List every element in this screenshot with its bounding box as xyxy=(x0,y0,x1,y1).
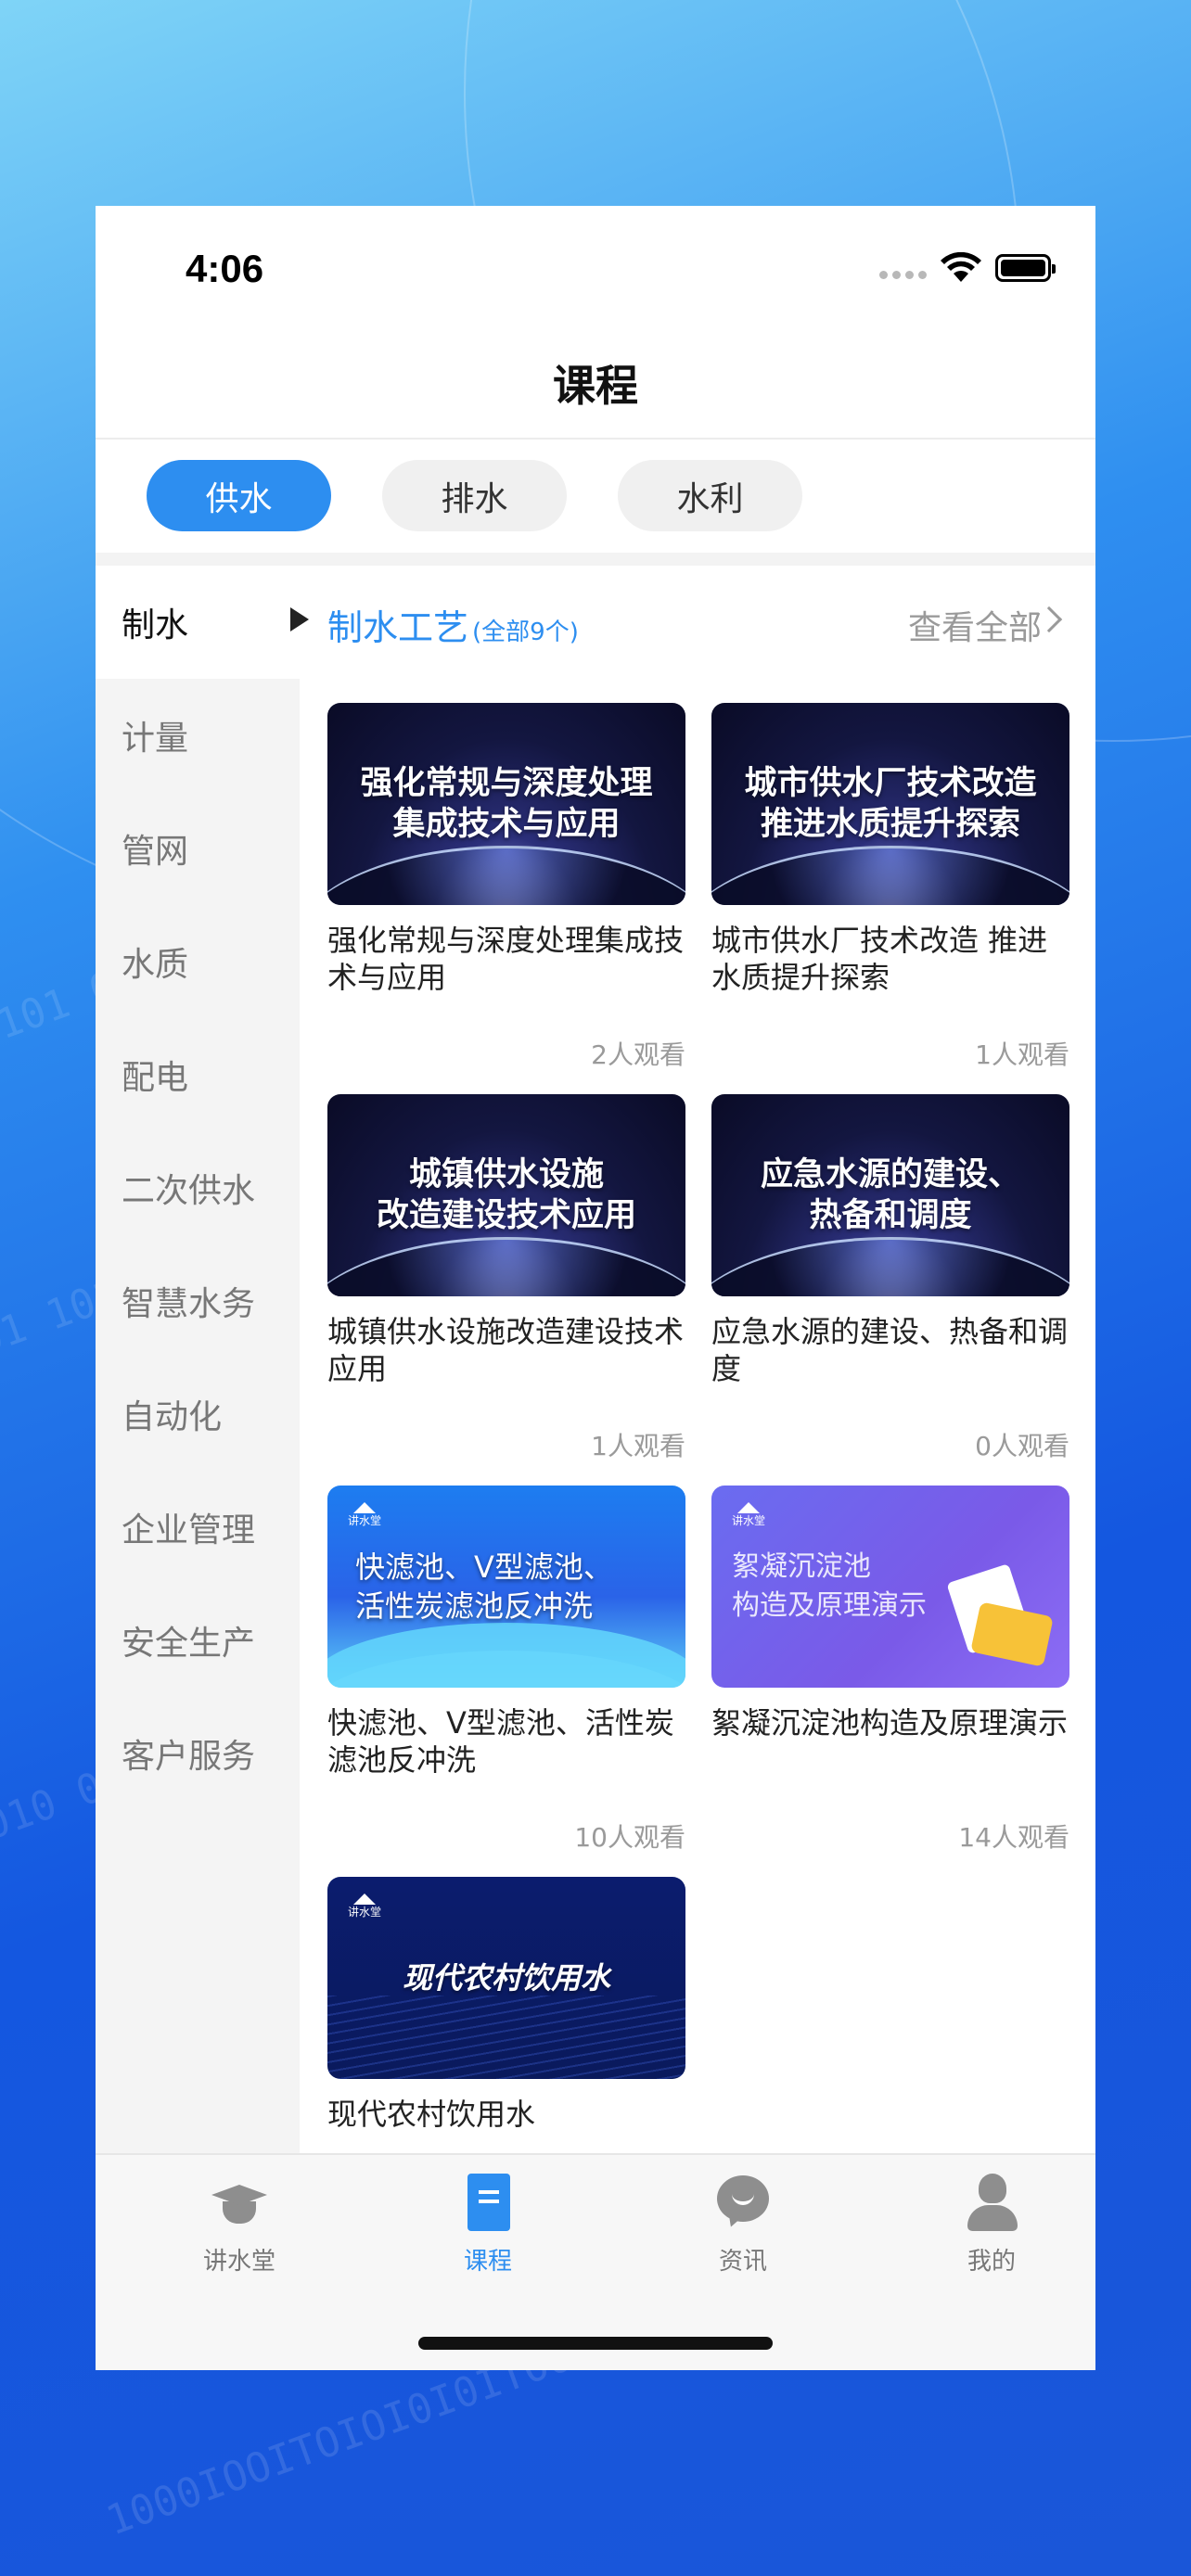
sidebar-item-water-production[interactable]: 制水 xyxy=(96,566,300,679)
status-time: 4:06 xyxy=(186,247,264,290)
phone-screen: 4:06 课程 供水 排水 水利 制水 计量 管网 水质 配电 二次供水 智慧水… xyxy=(96,206,1095,2370)
thumbnail-text: 快滤池、V型滤池、 活性炭滤池反冲洗 xyxy=(355,1549,613,1624)
book-icon xyxy=(458,2174,518,2233)
header-divider xyxy=(96,438,1095,440)
section-title-text: 制水工艺 xyxy=(327,607,469,648)
course-thumbnail[interactable]: 讲水堂 快滤池、V型滤池、 活性炭滤池反冲洗 xyxy=(327,1486,685,1688)
tab-water-supply[interactable]: 供水 xyxy=(147,460,331,531)
section-separator xyxy=(96,553,1095,566)
course-card[interactable]: 讲水堂 快滤池、V型滤池、 活性炭滤池反冲洗 快滤池、V型滤池、活性炭滤池反冲洗 … xyxy=(327,1486,685,1855)
sidebar-item-safety-production[interactable]: 安全生产 xyxy=(96,1584,300,1697)
course-thumbnail[interactable]: 应急水源的建设、 热备和调度 xyxy=(711,1094,1069,1296)
view-all-link[interactable]: 查看全部 xyxy=(908,601,1042,649)
course-views: 14人观看 xyxy=(958,1822,1069,1853)
course-views: 2人观看 xyxy=(591,1039,685,1070)
status-bar: 4:06 xyxy=(96,206,1095,326)
tab-home[interactable]: 讲水堂 xyxy=(165,2174,314,2276)
course-views: 1人观看 xyxy=(975,1039,1069,1070)
thumbnail-text: 絮凝沉淀池 构造及原理演示 xyxy=(732,1550,927,1622)
thumbnail-text: 城市供水厂技术改造 推进水质提升探索 xyxy=(744,765,1037,843)
wifi-icon xyxy=(941,252,981,282)
tab-news[interactable]: 资讯 xyxy=(669,2174,817,2276)
brand-logo-icon: 讲水堂 xyxy=(732,1502,765,1526)
thumbnail-text: 强化常规与深度处理 集成技术与应用 xyxy=(360,765,653,843)
bottom-tab-bar: 讲水堂 课程 资讯 我的 xyxy=(96,2153,1095,2370)
course-card[interactable]: 城镇供水设施 改造建设技术应用 城镇供水设施改造建设技术应用 1人观看 xyxy=(327,1094,685,1463)
tab-label: 我的 xyxy=(967,2248,1016,2276)
course-title[interactable]: 絮凝沉淀池构造及原理演示 xyxy=(711,1704,1069,1779)
section-title: 制水工艺 (全部9个) xyxy=(327,599,579,650)
user-icon xyxy=(962,2174,1021,2233)
course-card[interactable]: 强化常规与深度处理 集成技术与应用 强化常规与深度处理集成技术与应用 2人观看 xyxy=(327,703,685,1072)
sidebar: 制水 计量 管网 水质 配电 二次供水 智慧水务 自动化 企业管理 安全生产 客… xyxy=(96,566,300,2153)
sidebar-item-water-quality[interactable]: 水质 xyxy=(96,905,300,1018)
sidebar-item-pipe-network[interactable]: 管网 xyxy=(96,792,300,905)
course-views: 10人观看 xyxy=(574,1822,685,1853)
course-views: 0人观看 xyxy=(975,1431,1069,1461)
course-views: 1人观看 xyxy=(591,1431,685,1461)
sidebar-item-enterprise-management[interactable]: 企业管理 xyxy=(96,1471,300,1584)
section-count: (全部9个) xyxy=(472,618,579,646)
course-thumbnail[interactable]: 城市供水厂技术改造 推进水质提升探索 xyxy=(711,703,1069,905)
brand-logo-icon: 讲水堂 xyxy=(348,1894,381,1918)
course-title[interactable]: 应急水源的建设、热备和调度 xyxy=(711,1313,1069,1387)
section-header: 制水工艺 (全部9个) 查看全部 xyxy=(290,566,1095,679)
course-title[interactable]: 城市供水厂技术改造 推进水质提升探索 xyxy=(711,922,1069,996)
course-thumbnail[interactable]: 讲水堂 絮凝沉淀池 构造及原理演示 xyxy=(711,1486,1069,1688)
course-card[interactable]: 讲水堂 现代农村饮用水 现代农村饮用水 xyxy=(327,1877,685,2170)
sidebar-item-customer-service[interactable]: 客户服务 xyxy=(96,1697,300,1810)
sidebar-item-metering[interactable]: 计量 xyxy=(96,679,300,792)
category-tabs: 供水 排水 水利 xyxy=(147,460,802,531)
play-arrow-icon xyxy=(290,607,309,631)
tab-drainage[interactable]: 排水 xyxy=(382,460,567,531)
brand-logo-icon: 讲水堂 xyxy=(348,1502,381,1526)
course-title[interactable]: 快滤池、V型滤池、活性炭滤池反冲洗 xyxy=(327,1704,685,1779)
sidebar-item-secondary-supply[interactable]: 二次供水 xyxy=(96,1131,300,1244)
tab-label: 讲水堂 xyxy=(202,2248,275,2276)
thumbnail-text: 现代农村饮用水 xyxy=(402,1960,610,1996)
course-thumbnail[interactable]: 强化常规与深度处理 集成技术与应用 xyxy=(327,703,685,905)
course-title[interactable]: 强化常规与深度处理集成技术与应用 xyxy=(327,922,685,996)
sidebar-item-automation[interactable]: 自动化 xyxy=(96,1358,300,1471)
chat-bubble-icon xyxy=(713,2174,773,2233)
tab-courses[interactable]: 课程 xyxy=(414,2174,562,2276)
sidebar-item-smart-water[interactable]: 智慧水务 xyxy=(96,1244,300,1358)
cellular-signal-icon xyxy=(879,270,927,279)
battery-icon xyxy=(995,254,1056,282)
tab-label: 资讯 xyxy=(718,2248,767,2276)
tab-water-conservancy[interactable]: 水利 xyxy=(618,460,802,531)
tab-profile[interactable]: 我的 xyxy=(917,2174,1066,2276)
course-thumbnail[interactable]: 城镇供水设施 改造建设技术应用 xyxy=(327,1094,685,1296)
graduation-cap-icon xyxy=(210,2174,269,2233)
course-card[interactable]: 应急水源的建设、 热备和调度 应急水源的建设、热备和调度 0人观看 xyxy=(711,1094,1069,1463)
sidebar-item-power-distribution[interactable]: 配电 xyxy=(96,1018,300,1131)
course-card[interactable]: 城市供水厂技术改造 推进水质提升探索 城市供水厂技术改造 推进水质提升探索 1人观… xyxy=(711,703,1069,1072)
home-indicator[interactable] xyxy=(418,2337,773,2350)
course-card[interactable]: 讲水堂 絮凝沉淀池 构造及原理演示 絮凝沉淀池构造及原理演示 14人观看 xyxy=(711,1486,1069,1855)
thumbnail-text: 城镇供水设施 改造建设技术应用 xyxy=(376,1156,636,1234)
course-title[interactable]: 城镇供水设施改造建设技术应用 xyxy=(327,1313,685,1387)
course-thumbnail[interactable]: 讲水堂 现代农村饮用水 xyxy=(327,1877,685,2079)
thumbnail-text: 应急水源的建设、 热备和调度 xyxy=(760,1156,1020,1234)
tab-label: 课程 xyxy=(463,2248,512,2276)
page-title: 课程 xyxy=(553,361,638,411)
